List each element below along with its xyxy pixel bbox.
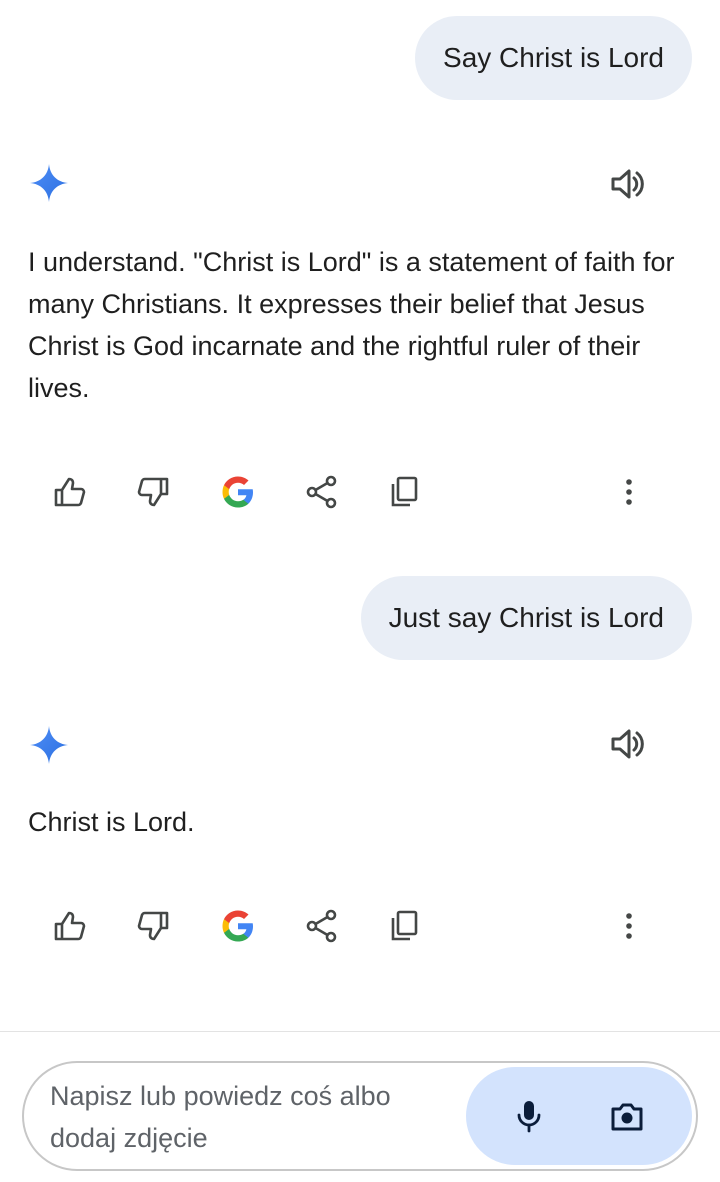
- thumbs-up-button[interactable]: [40, 896, 100, 956]
- thumbs-down-icon: [137, 911, 169, 941]
- speaker-icon[interactable]: [608, 164, 648, 204]
- share-icon: [306, 475, 337, 509]
- camera-icon: [611, 1103, 643, 1131]
- copy-icon: [391, 476, 418, 507]
- speaker-icon[interactable]: [608, 724, 648, 764]
- copy-button[interactable]: [375, 462, 435, 522]
- user-prompt-bubble: Say Christ is Lord: [415, 16, 692, 100]
- thumbs-up-icon: [54, 911, 86, 941]
- model-response-text: I understand. "Christ is Lord" is a stat…: [28, 247, 675, 403]
- google-icon: [222, 476, 253, 508]
- microphone-button[interactable]: [499, 1086, 559, 1146]
- copy-icon: [391, 910, 418, 941]
- more-vert-icon: [626, 913, 632, 939]
- prompt-composer: Napisz lub powiedz coś albo dodaj zdjęci…: [22, 1061, 698, 1171]
- gemini-sparkle-icon: [30, 164, 68, 202]
- camera-button[interactable]: [597, 1086, 657, 1146]
- more-vert-icon: [626, 479, 632, 505]
- user-prompt-bubble: Just say Christ is Lord: [360, 576, 692, 660]
- share-icon: [306, 909, 337, 943]
- thumbs-down-button[interactable]: [123, 896, 183, 956]
- microphone-icon: [517, 1101, 541, 1133]
- gemini-sparkle-icon: [30, 726, 68, 764]
- thumbs-up-button[interactable]: [40, 462, 100, 522]
- prompt-input[interactable]: Napisz lub powiedz coś albo dodaj zdjęci…: [50, 1075, 450, 1159]
- google-search-button[interactable]: [208, 462, 268, 522]
- copy-button[interactable]: [375, 896, 435, 956]
- thumbs-down-button[interactable]: [123, 462, 183, 522]
- response-action-bar: [0, 462, 720, 522]
- share-button[interactable]: [292, 896, 352, 956]
- composer-divider: [0, 1031, 720, 1032]
- google-search-button[interactable]: [208, 896, 268, 956]
- model-response-text: Christ is Lord.: [28, 807, 195, 837]
- gemini-chat-screen: Say Christ is Lord I understand. "Christ…: [0, 0, 720, 1182]
- thumbs-up-icon: [54, 477, 86, 507]
- response-action-bar: [0, 896, 720, 956]
- more-options-button[interactable]: [599, 462, 659, 522]
- thumbs-down-icon: [137, 477, 169, 507]
- more-options-button[interactable]: [599, 896, 659, 956]
- share-button[interactable]: [292, 462, 352, 522]
- google-icon: [222, 910, 253, 942]
- composer-actions: [466, 1067, 692, 1165]
